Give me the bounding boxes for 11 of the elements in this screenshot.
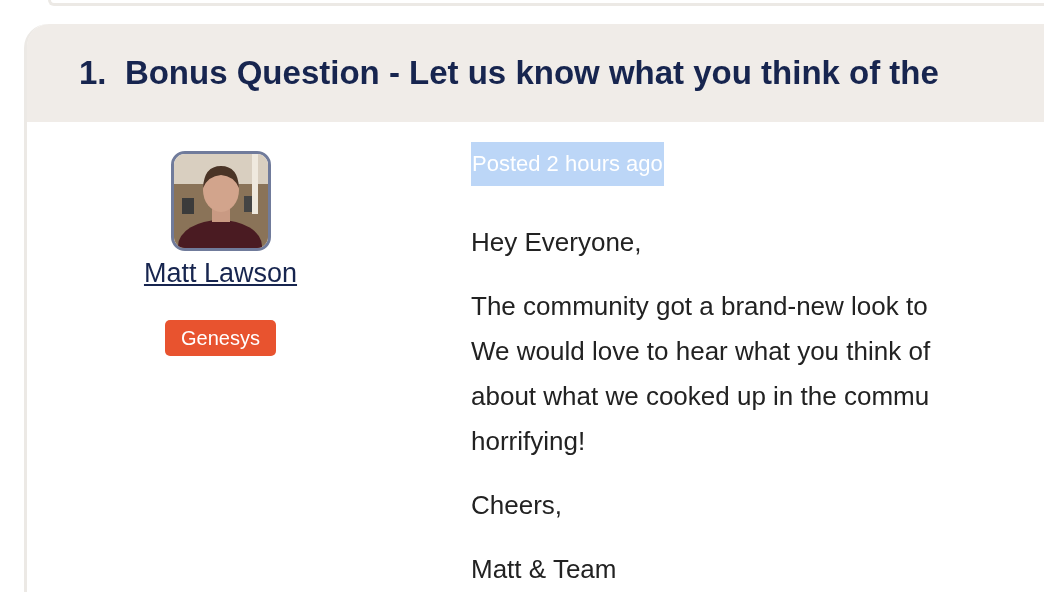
body-text: Matt & Team [471,553,618,586]
post-time: Posted 2 hours ago [471,142,664,186]
body-text: Cheers, [471,489,564,522]
author-link[interactable]: Matt Lawson [143,253,298,293]
question-title: 1. Bonus Question - Let us know what you think of the [79,53,939,94]
body-text: horrifying! [471,425,587,458]
body-text: about what we cooked up in the commu [471,380,931,413]
body-text: Hey Everyone, [471,226,643,259]
role-badge: Genesys [165,320,276,356]
body-text: We would love to hear what you think of [471,335,931,368]
body-text: The community got a brand-new look to [471,290,929,323]
